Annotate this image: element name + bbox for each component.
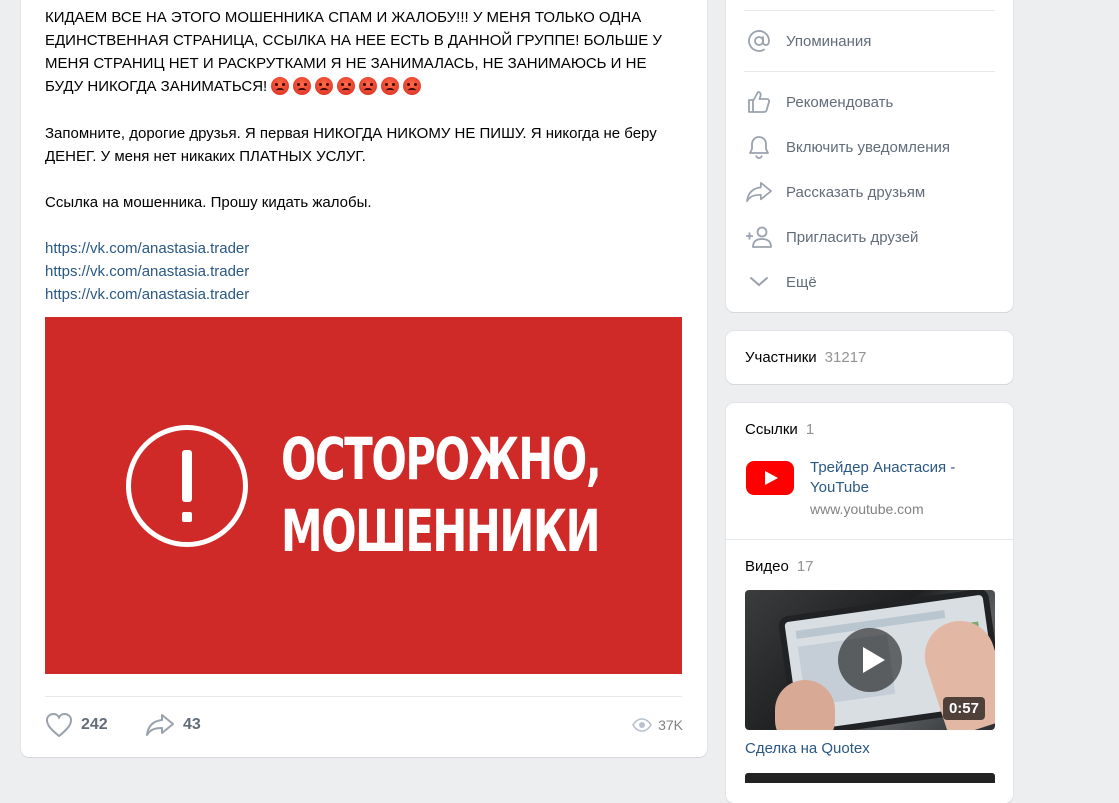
at-sign-icon (744, 26, 774, 56)
menu-divider (744, 10, 995, 11)
share-arrow-icon (744, 177, 774, 207)
video-count: 17 (796, 558, 814, 575)
menu-item-tell-friends[interactable]: Рассказать друзьям (744, 172, 995, 212)
angry-face-icon (359, 76, 378, 95)
members-count: 31217 (824, 349, 867, 366)
block-divider (726, 539, 1013, 540)
post-paragraph-2: Запомните, дорогие друзья. Я первая НИКО… (45, 124, 657, 165)
post-text: КИДАЕМ ВСЕ НА ЭТОГО МОШЕННИКА СПАМ И ЖАЛ… (45, 6, 685, 306)
post-card: КИДАЕМ ВСЕ НА ЭТОГО МОШЕННИКА СПАМ И ЖАЛ… (21, 0, 707, 757)
menu-item-more[interactable]: Ещё (744, 262, 995, 302)
menu-item-invite-friends[interactable]: Пригласить друзей (744, 217, 995, 257)
post-link[interactable]: https://vk.com/anastasia.trader (45, 260, 685, 283)
angry-face-icon (315, 76, 334, 95)
thumbs-up-icon (744, 87, 774, 117)
youtube-logo-icon[interactable] (746, 461, 794, 495)
angry-face-icon (293, 76, 312, 95)
group-actions-menu: Упоминания Рекомендовать Включить уведом… (726, 0, 1013, 312)
menu-divider (744, 71, 995, 72)
angry-face-icon (271, 76, 290, 95)
chevron-down-icon (744, 267, 774, 297)
menu-item-label: Включить уведомления (786, 138, 951, 156)
views-count: 37K (658, 717, 683, 733)
menu-item-label: Упоминания (786, 32, 872, 50)
play-icon[interactable] (838, 628, 902, 692)
menu-item-mentions[interactable]: Упоминания (744, 21, 995, 61)
share-arrow-icon (146, 714, 174, 736)
share-button[interactable]: 43 (145, 712, 201, 738)
links-count: 1 (805, 421, 815, 438)
share-count: 43 (183, 716, 201, 733)
link-url: www.youtube.com (810, 501, 924, 517)
menu-item-label: Рекомендовать (786, 93, 894, 111)
angry-face-icon (337, 76, 356, 95)
like-count: 242 (81, 716, 108, 733)
like-button[interactable]: 242 (45, 712, 108, 738)
links-label: Ссылки (745, 421, 798, 438)
links-header[interactable]: Ссылки 1 (745, 421, 814, 438)
add-user-icon (744, 222, 774, 252)
video-title[interactable]: Сделка на Quotex (745, 740, 870, 757)
next-video-thumbnail[interactable] (745, 773, 995, 783)
angry-face-icon (403, 76, 422, 95)
angry-face-icon (381, 76, 400, 95)
post-paragraph-1: КИДАЕМ ВСЕ НА ЭТОГО МОШЕННИКА СПАМ И ЖАЛ… (45, 6, 685, 99)
menu-item-label: Ещё (786, 273, 817, 291)
members-block[interactable]: Участники 31217 (726, 331, 1013, 384)
warning-image[interactable]: ОСТОРОЖНО, МОШЕННИКИ (45, 317, 682, 674)
angry-emoji-row (271, 76, 425, 99)
video-thumbnail[interactable]: 0:57 (745, 590, 995, 730)
video-label: Видео (745, 558, 789, 575)
video-duration: 0:57 (942, 697, 985, 720)
links-video-block: Ссылки 1 Трейдер Анастасия - YouTube www… (726, 403, 1013, 803)
video-header[interactable]: Видео 17 (745, 558, 814, 575)
eye-icon (632, 718, 653, 732)
menu-item-recommend[interactable]: Рекомендовать (744, 82, 995, 122)
menu-item-label: Пригласить друзей (786, 228, 919, 246)
warning-image-caption: ОСТОРОЖНО, МОШЕННИКИ (281, 425, 602, 565)
post-link[interactable]: https://vk.com/anastasia.trader (45, 237, 685, 260)
post-divider (45, 696, 682, 697)
heart-icon (45, 712, 73, 738)
exclamation-circle-icon (126, 425, 248, 547)
post-link[interactable]: https://vk.com/anastasia.trader (45, 283, 685, 306)
link-title[interactable]: Трейдер Анастасия - YouTube (810, 458, 990, 498)
members-header: Участники 31217 (745, 349, 866, 366)
views-counter: 37K (632, 717, 683, 733)
bell-icon (744, 132, 774, 162)
post-paragraph-3: Ссылка на мошенника. Прошу кидать жалобы… (45, 193, 372, 211)
menu-item-label: Рассказать друзьям (786, 183, 926, 201)
members-label: Участники (745, 349, 817, 366)
menu-item-notifications[interactable]: Включить уведомления (744, 127, 995, 167)
